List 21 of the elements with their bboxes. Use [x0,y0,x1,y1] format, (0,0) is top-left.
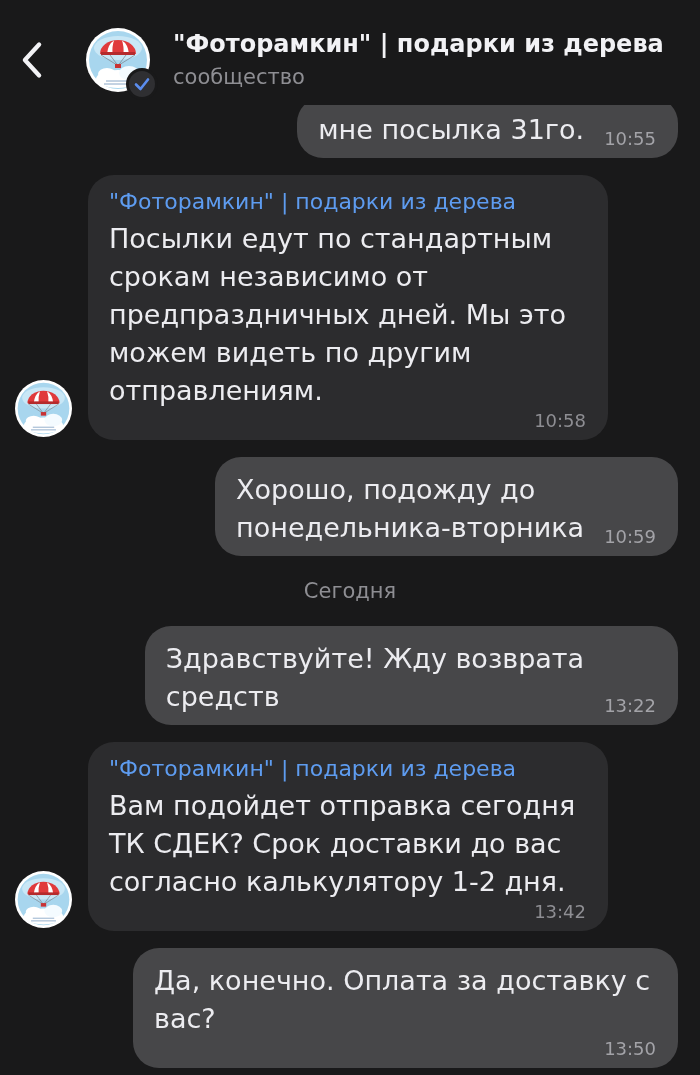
parachute-avatar-icon[interactable] [15,380,72,437]
sender-name: "Фоторамкин" | подарки из дерева [109,756,518,782]
date-separator: Сегодня [303,578,397,605]
back-icon [20,41,44,79]
message-text: Да, конечно. Оплата за доставку с вас? [154,964,651,1036]
message-time: 10:59 [604,526,656,547]
message-time: 10:55 [604,128,656,149]
message-text: Посылки едут по стандартным срокам независимо от предпраздничных дней. Мы это можем видеть по другим отправлениям. [109,222,567,408]
sender-name: "Фоторамкин" | подарки из дерева [109,189,518,215]
message-time: 10:58 [534,410,586,431]
message-text: Здравствуйте! Жду возврата средств [165,642,585,714]
parachute-avatar-icon[interactable] [15,871,72,928]
chat-subtitle: сообщество [173,64,306,91]
message-text: Вам подойдет отправка сегодня ТК СДЕК? Срок доставки до вас согласно калькулятору 1-2 дня. [109,789,576,899]
message-text: мне посылка 31го. [318,113,585,147]
message-time: 13:50 [604,1038,656,1059]
message-time: 13:22 [604,695,656,716]
back-button[interactable] [20,41,44,79]
message-time: 13:42 [534,901,586,922]
chat-title: "Фоторамкин" | подарки из дерева [173,29,664,59]
message-text: Хорошо, подожду до понедельника-вторника [236,473,585,545]
